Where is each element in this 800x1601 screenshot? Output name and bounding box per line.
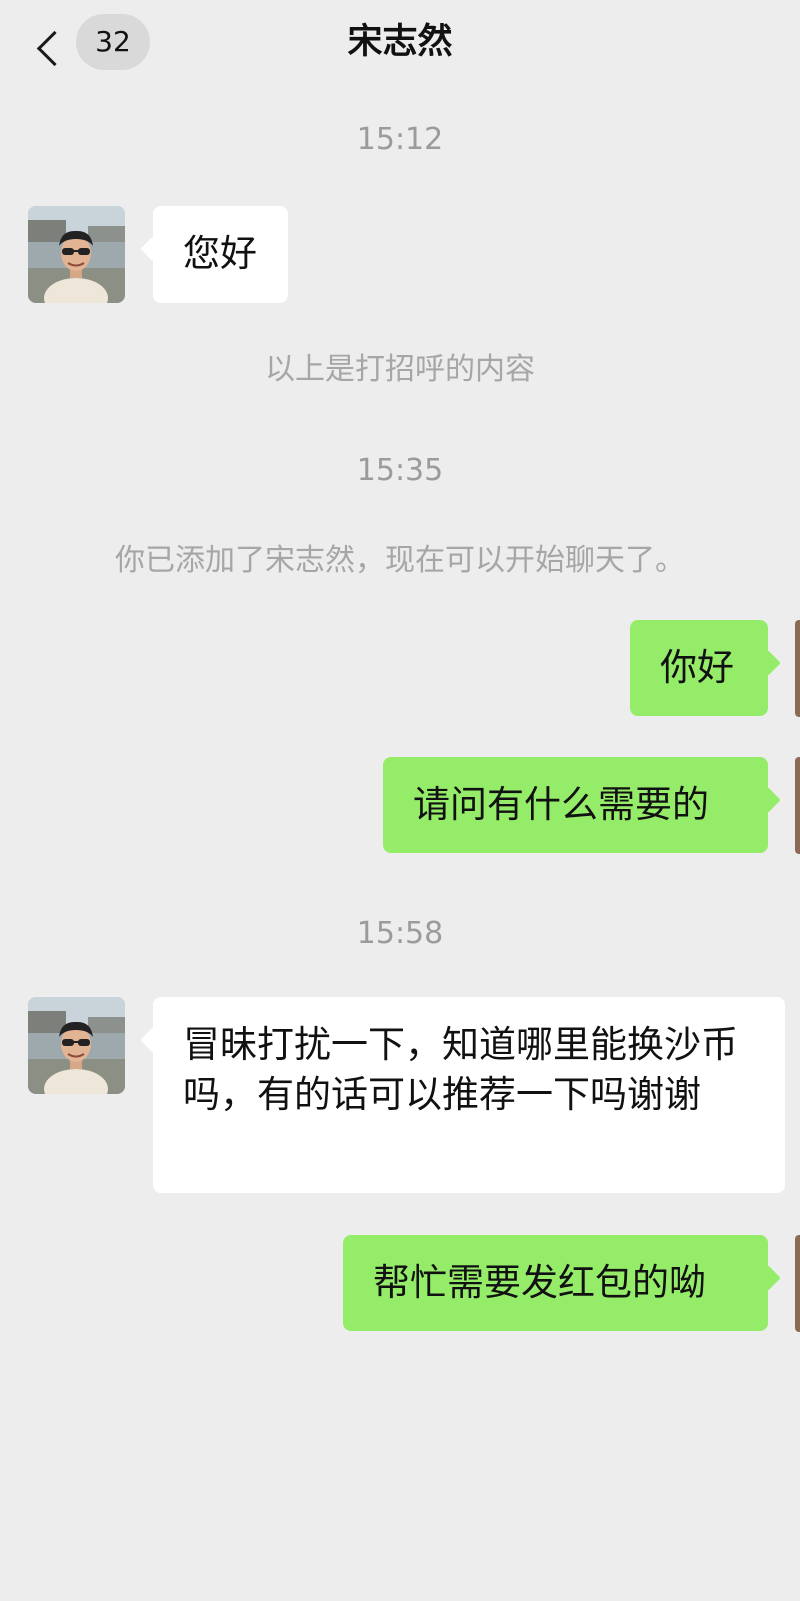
chevron-left-icon (36, 30, 73, 67)
back-button[interactable]: 32 (28, 12, 158, 72)
outgoing-message-bubble[interactable]: 请问有什么需要的 (383, 757, 768, 853)
message-text: 您好 (183, 232, 257, 275)
message-timestamp: 15:58 (356, 916, 444, 951)
contact-avatar[interactable] (28, 206, 125, 303)
contact-avatar[interactable] (28, 997, 125, 1094)
my-avatar[interactable] (795, 620, 800, 717)
message-text: 帮忙需要发红包的呦 (373, 1261, 706, 1304)
outgoing-message-bubble[interactable]: 帮忙需要发红包的呦 (343, 1235, 768, 1331)
system-notice: 你已添加了宋志然，现在可以开始聊天了。 (115, 543, 685, 578)
chat-header: 32 宋志然 (0, 0, 800, 84)
message-timestamp: 15:12 (356, 122, 444, 157)
incoming-message-bubble[interactable]: 冒昧打扰一下，知道哪里能换沙币吗，有的话可以推荐一下吗谢谢 (153, 997, 785, 1193)
message-text: 你好 (660, 646, 734, 689)
system-notice: 以上是打招呼的内容 (265, 352, 535, 387)
incoming-message-bubble[interactable]: 您好 (153, 206, 288, 303)
my-avatar[interactable] (795, 1235, 800, 1332)
message-text: 请问有什么需要的 (413, 783, 709, 826)
message-timestamp: 15:35 (356, 453, 444, 488)
my-avatar[interactable] (795, 757, 800, 854)
chat-title: 宋志然 (347, 22, 453, 62)
unread-count-badge: 32 (76, 14, 150, 70)
outgoing-message-bubble[interactable]: 你好 (630, 620, 768, 716)
message-text: 冒昧打扰一下，知道哪里能换沙币吗，有的话可以推荐一下吗谢谢 (183, 1023, 738, 1116)
